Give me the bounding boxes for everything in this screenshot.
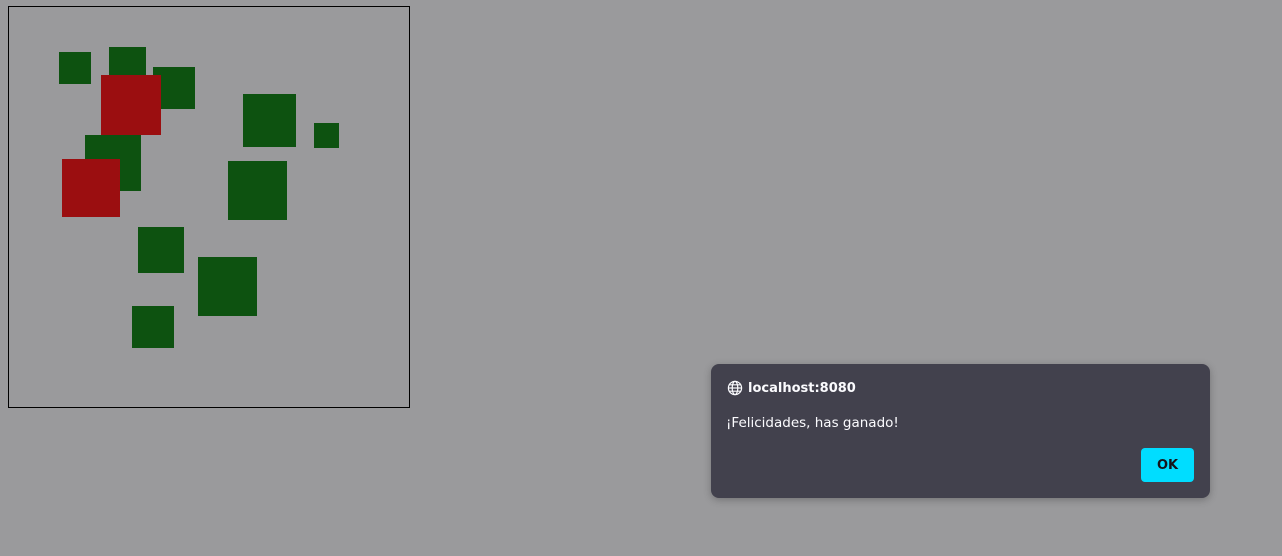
alert-dialog: localhost:8080 ¡Felicidades, has ganado!… bbox=[711, 364, 1210, 498]
game-canvas[interactable] bbox=[8, 6, 410, 408]
green-square[interactable] bbox=[138, 227, 184, 273]
page: localhost:8080 ¡Felicidades, has ganado!… bbox=[0, 0, 1282, 556]
green-square[interactable] bbox=[59, 52, 91, 84]
green-square[interactable] bbox=[132, 306, 174, 348]
green-square[interactable] bbox=[314, 123, 339, 148]
green-square[interactable] bbox=[228, 161, 287, 220]
globe-icon bbox=[727, 380, 743, 396]
dialog-origin: localhost:8080 bbox=[748, 380, 856, 396]
green-square[interactable] bbox=[198, 257, 257, 316]
red-square[interactable] bbox=[101, 75, 161, 135]
dialog-header: localhost:8080 bbox=[727, 380, 856, 396]
red-square[interactable] bbox=[62, 159, 120, 217]
ok-button[interactable]: OK bbox=[1141, 448, 1194, 482]
dialog-message: ¡Felicidades, has ganado! bbox=[726, 415, 899, 431]
green-square[interactable] bbox=[243, 94, 296, 147]
